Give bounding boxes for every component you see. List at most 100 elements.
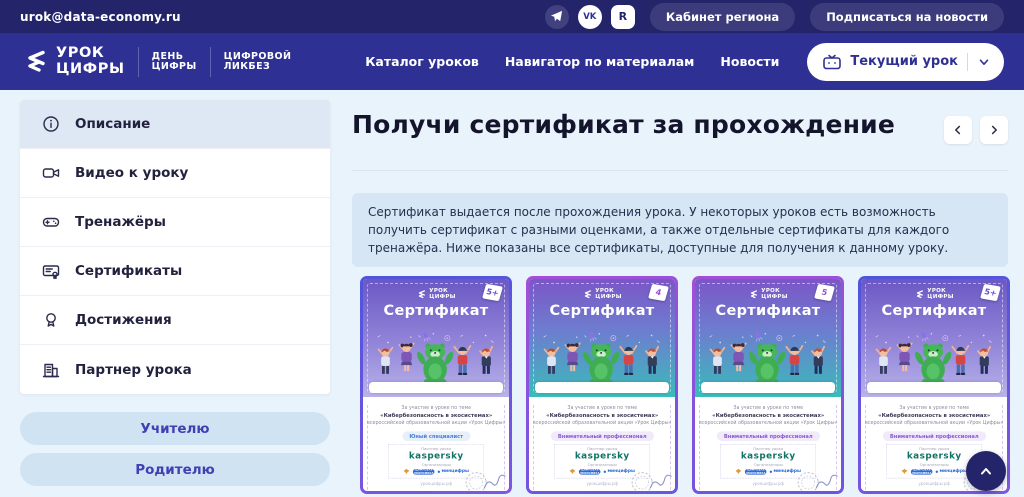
kaspersky-logo: kaspersky bbox=[887, 451, 981, 461]
chevron-down-icon bbox=[977, 55, 991, 69]
emblem-icon bbox=[569, 468, 575, 474]
certificate-header: УРОКЦИФРЫ 4 Сертификат bbox=[529, 279, 675, 397]
page-title: Получи сертификат за прохождение bbox=[352, 110, 895, 139]
sidebar-item-label: Партнер урока bbox=[75, 362, 192, 378]
urok-cifry-page: urok@data-economy.ru VK R Кабинет регион… bbox=[0, 0, 1024, 497]
nav-link-catalog[interactable]: Каталог уроков bbox=[365, 54, 479, 69]
certificate-line1: За участие в уроке по теме bbox=[529, 405, 675, 411]
vk-icon[interactable]: VK bbox=[578, 5, 602, 29]
lesson-topic: «Кибербезопасность в экосистемах» bbox=[861, 412, 1007, 418]
main-content: Получи сертификат за прохождение Сертифи… bbox=[352, 90, 1008, 497]
certificate-inner: УРОКЦИФРЫ 4 Сертификат За участие в урок… bbox=[529, 279, 675, 491]
certificate-header: УРОКЦИФРЫ 5+ Сертификат bbox=[363, 279, 509, 397]
certificate-header: УРОКЦИФРЫ 5+ Сертификат bbox=[861, 279, 1007, 397]
sidebar-item-description[interactable]: Описание bbox=[20, 100, 330, 149]
den-cifry-line2: ЦИФРЫ bbox=[152, 62, 197, 72]
certificate-line3: всероссийской образовательной акции «Уро… bbox=[695, 420, 841, 426]
button-divider bbox=[967, 53, 968, 71]
kaspersky-logo: kaspersky bbox=[555, 451, 649, 461]
sidebar-item-partner[interactable]: Партнер урока bbox=[20, 345, 330, 394]
lesson-topic: «Кибербезопасность в экосистемах» bbox=[529, 412, 675, 418]
certificate-line3: всероссийской образовательной акции «Уро… bbox=[861, 420, 1007, 426]
certificate-body: За участие в уроке по теме «Кибербезопас… bbox=[529, 405, 675, 491]
certificate-title: Сертификат bbox=[861, 303, 1007, 319]
telegram-plane-icon bbox=[550, 10, 563, 23]
current-lesson-button[interactable]: Текущий урок bbox=[807, 43, 1004, 81]
sidebar-item-certificates[interactable]: Сертификаты bbox=[20, 247, 330, 296]
region-cabinet-button[interactable]: Кабинет региона bbox=[650, 3, 795, 31]
medal-icon bbox=[42, 311, 60, 329]
likbez-line2: ЛИКБЕЗ bbox=[224, 62, 292, 72]
kaspersky-logo: kaspersky bbox=[721, 451, 815, 461]
topbar-actions: VK R Кабинет региона Подписаться на ново… bbox=[545, 3, 1004, 31]
logo-chevrons-icon bbox=[20, 50, 48, 74]
scroll-to-top-button[interactable] bbox=[966, 451, 1006, 491]
logo-chevrons-icon bbox=[582, 290, 592, 299]
den-cifry-link[interactable]: ДЕНЬ ЦИФРЫ bbox=[152, 52, 197, 72]
chevron-right-icon bbox=[987, 123, 1001, 137]
carousel-next-button[interactable] bbox=[980, 116, 1008, 144]
name-field bbox=[535, 382, 669, 393]
certificate-inner: УРОКЦИФРЫ 5 Сертификат За участие в урок… bbox=[695, 279, 841, 491]
sidebar-menu: Описание Видео к уроку Тренажёры Сертифи… bbox=[20, 100, 330, 394]
name-field bbox=[369, 382, 503, 393]
logo-chevrons-icon bbox=[416, 290, 426, 299]
certificate-icon bbox=[42, 262, 60, 280]
emblem-icon bbox=[901, 468, 907, 474]
rank-badge: Юный специалист bbox=[402, 431, 470, 441]
sidebar: Описание Видео к уроку Тренажёры Сертифи… bbox=[20, 100, 330, 490]
kids-illustration bbox=[529, 332, 675, 386]
title-divider bbox=[352, 170, 1008, 171]
brand-line2: ЦИФРЫ bbox=[429, 294, 455, 300]
chevron-left-icon bbox=[951, 123, 965, 137]
current-lesson-label: Текущий урок bbox=[850, 54, 958, 69]
telegram-icon[interactable] bbox=[545, 5, 569, 29]
name-field bbox=[867, 382, 1001, 393]
kids-illustration bbox=[861, 332, 1007, 386]
logo-line2: ЦИФРЫ bbox=[56, 62, 125, 77]
sidebar-item-label: Сертификаты bbox=[75, 263, 182, 279]
logo-text: УРОК ЦИФРЫ bbox=[56, 46, 125, 76]
certificate-body: За участие в уроке по теме «Кибербезопас… bbox=[363, 405, 509, 491]
brand-divider bbox=[210, 47, 211, 77]
emblem-icon bbox=[403, 468, 409, 474]
subscribe-news-button[interactable]: Подписаться на новости bbox=[810, 3, 1004, 31]
certificate-line1: За участие в уроке по теме bbox=[363, 405, 509, 411]
video-camera-icon bbox=[42, 164, 60, 182]
rutube-icon[interactable]: R bbox=[611, 5, 635, 29]
likbez-line1: ЦИФРОВОЙ bbox=[224, 52, 292, 62]
nav-link-news[interactable]: Новости bbox=[720, 54, 779, 69]
sidebar-item-label: Достижения bbox=[75, 312, 172, 328]
parent-button[interactable]: Родителю bbox=[20, 453, 330, 486]
certificate-line1: За участие в уроке по теме bbox=[861, 405, 1007, 411]
name-field bbox=[701, 382, 835, 393]
certificate-body: За участие в уроке по теме «Кибербезопас… bbox=[695, 405, 841, 491]
info-icon bbox=[42, 115, 60, 133]
lesson-topic: «Кибербезопасность в экосистемах» bbox=[695, 412, 841, 418]
emblem-icon bbox=[735, 468, 741, 474]
teacher-button[interactable]: Учителю bbox=[20, 412, 330, 445]
lesson-topic: «Кибербезопасность в экосистемах» bbox=[363, 412, 509, 418]
certificate-line3: всероссийской образовательной акции «Уро… bbox=[363, 420, 509, 426]
nav-links: Каталог уроков Навигатор по материалам Н… bbox=[365, 54, 779, 69]
cifrovoy-likbez-link[interactable]: ЦИФРОВОЙ ЛИКБЕЗ bbox=[224, 52, 292, 72]
certificate-card[interactable]: УРОКЦИФРЫ 5 Сертификат За участие в урок… bbox=[692, 276, 844, 494]
certificate-card[interactable]: УРОКЦИФРЫ 5+ Сертификат За участие в уро… bbox=[360, 276, 512, 494]
certificate-title: Сертификат bbox=[363, 303, 509, 319]
stamp-signature-icon bbox=[629, 466, 673, 491]
sidebar-item-achievements[interactable]: Достижения bbox=[20, 296, 330, 345]
logo-chevrons-icon bbox=[914, 290, 924, 299]
certificate-card[interactable]: УРОКЦИФРЫ 4 Сертификат За участие в урок… bbox=[526, 276, 678, 494]
gamepad-icon bbox=[42, 213, 60, 231]
nav-link-navigator[interactable]: Навигатор по материалам bbox=[505, 54, 695, 69]
digital-economy-logo: ЦИФРОВАЯ ЭКОНОМИКА bbox=[579, 469, 601, 475]
carousel-prev-button[interactable] bbox=[944, 116, 972, 144]
sidebar-item-video[interactable]: Видео к уроку bbox=[20, 149, 330, 198]
rank-badge: Внимательный профессионал bbox=[882, 431, 985, 441]
sidebar-item-label: Тренажёры bbox=[75, 214, 166, 230]
logo-line1: УРОК bbox=[56, 46, 125, 61]
kids-illustration bbox=[363, 332, 509, 386]
logo[interactable]: УРОК ЦИФРЫ bbox=[20, 46, 125, 76]
sidebar-item-trainers[interactable]: Тренажёры bbox=[20, 198, 330, 247]
certificate-line1: За участие в уроке по теме bbox=[695, 405, 841, 411]
